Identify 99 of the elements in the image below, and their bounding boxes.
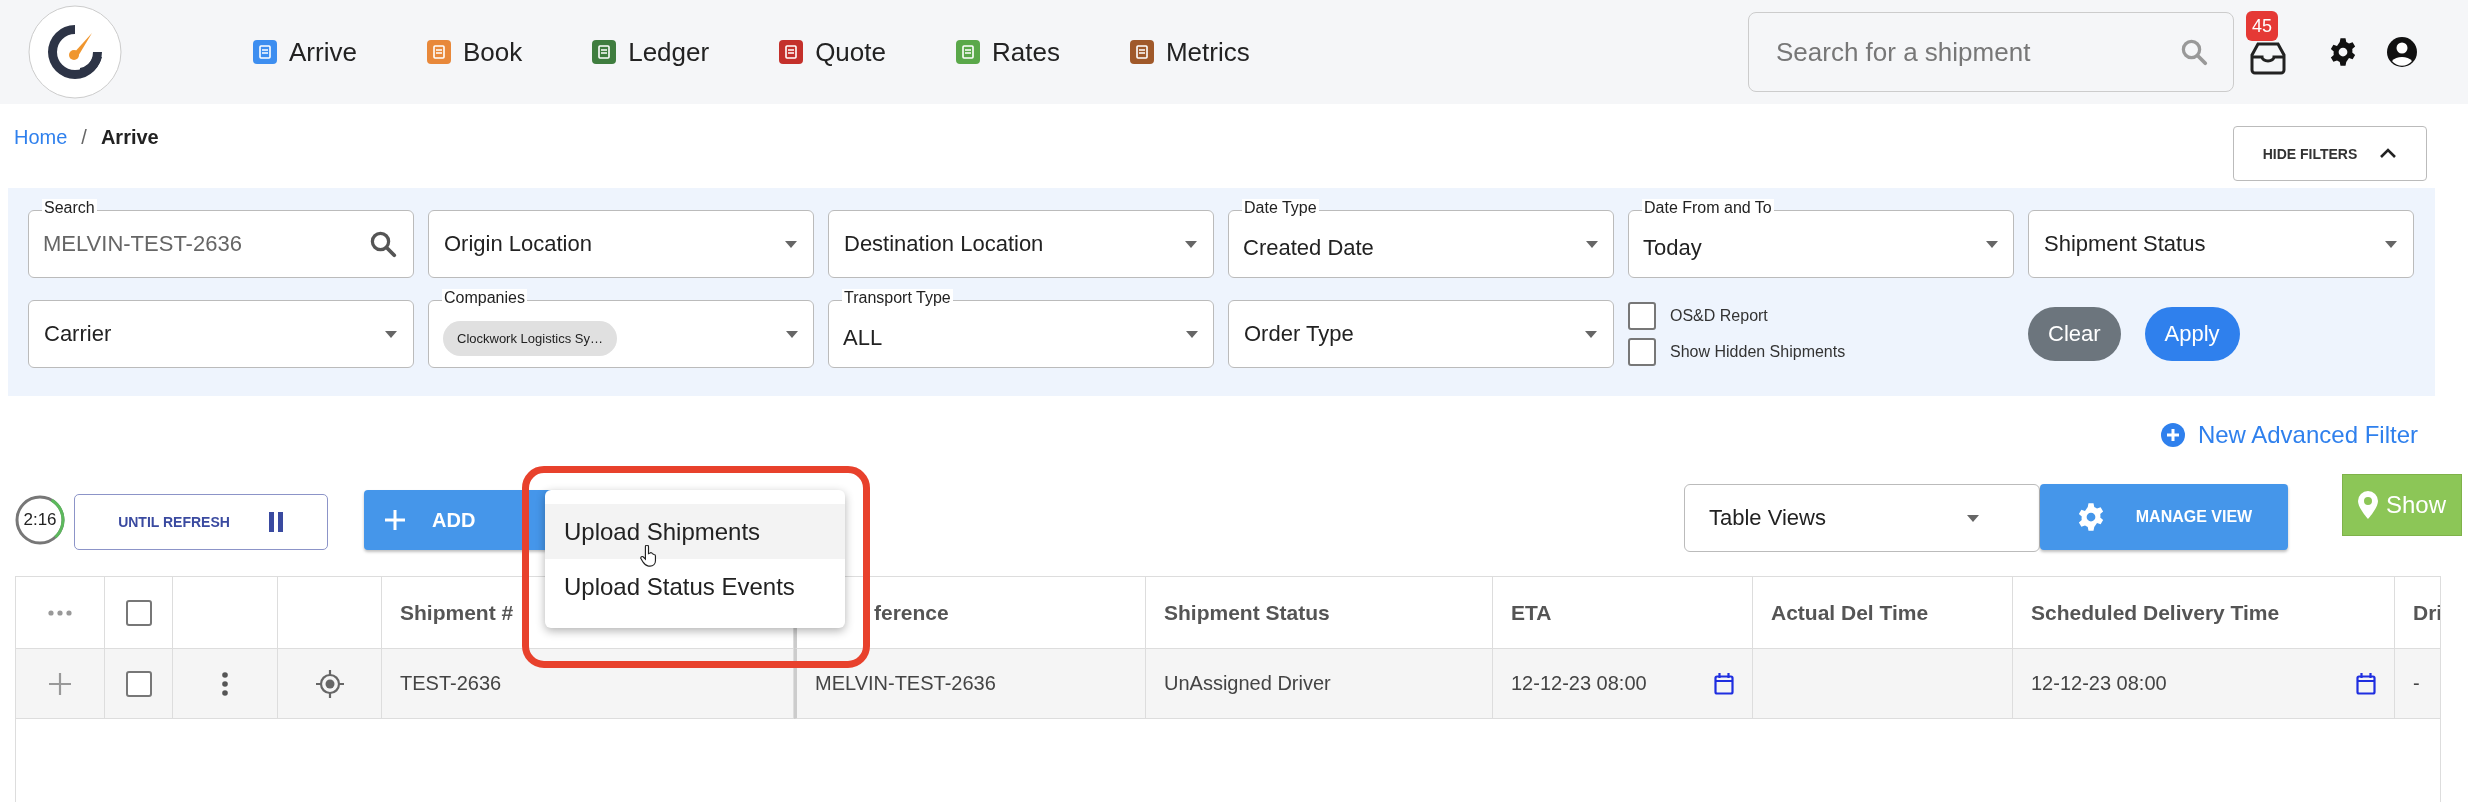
nav-icon: [955, 40, 980, 64]
map-pin-icon: [2357, 491, 2378, 519]
caret-icon: [1967, 514, 1979, 522]
caret-icon: [1986, 240, 1998, 248]
column-header: Scheduled Delivery Time: [2031, 600, 2280, 625]
breadcrumb-link[interactable]: Home: [14, 126, 68, 149]
clear-button[interactable]: Clear: [2028, 307, 2121, 361]
user-icon[interactable]: [2386, 36, 2418, 68]
plus-icon[interactable]: [48, 671, 72, 696]
hand-cursor-icon: [640, 545, 657, 567]
nav-item[interactable]: Rates: [955, 36, 1060, 68]
dropdown-field[interactable]: Origin Location: [428, 210, 814, 278]
caret-icon: [1185, 240, 1197, 248]
table-cell: 12-12-23 08:00: [2031, 672, 2167, 695]
field-value: Today: [1643, 235, 1702, 261]
more-icon[interactable]: [48, 609, 72, 616]
caret-icon: [2385, 240, 2397, 248]
checkbox[interactable]: [125, 599, 152, 626]
dropdown-field[interactable]: Transport Type ALL: [828, 289, 1214, 368]
caret-icon: [1586, 240, 1598, 248]
column-header: Shipment Status: [1164, 600, 1330, 625]
checkbox[interactable]: [1628, 338, 1656, 366]
table-cell: UnAssigned Driver: [1164, 672, 1331, 695]
nav-item[interactable]: Quote: [779, 36, 886, 68]
column-header: Dri: [2413, 600, 2440, 625]
dropdown-field[interactable]: Date Type Created Date: [1228, 199, 1614, 278]
caret-icon: [1186, 330, 1198, 338]
countdown-ring: [14, 494, 66, 546]
calendar-icon[interactable]: [2356, 672, 2376, 695]
caret-icon: [785, 240, 797, 248]
nav-item[interactable]: Arrive: [253, 36, 357, 68]
search-placeholder: Search for a shipment: [1776, 36, 2031, 68]
checkbox[interactable]: [125, 670, 152, 697]
notification-badge: 45: [2246, 11, 2279, 41]
field-label: Date Type: [1242, 199, 1319, 217]
column-header: Shipment #: [400, 600, 514, 625]
column-header: ETA: [1511, 600, 1552, 625]
caret-icon: [786, 330, 798, 338]
column-header: Actual Del Time: [1771, 600, 1929, 625]
checkbox-label: OS&D Report: [1670, 307, 1768, 325]
checkbox[interactable]: [1628, 302, 1656, 330]
table-cell: 12-12-23 08:00: [1511, 672, 1647, 695]
inbox-icon[interactable]: [2248, 41, 2288, 75]
kebab-menu-icon[interactable]: [222, 671, 228, 696]
dropdown-placeholder: Table Views: [1709, 505, 1826, 531]
nav-icon: [426, 40, 451, 64]
field-placeholder: Destination Location: [844, 231, 1044, 257]
table-cell: TEST-2636: [400, 672, 502, 695]
search-icon: [2179, 37, 2209, 67]
search-icon: [368, 229, 398, 259]
caret-icon: [385, 330, 397, 338]
logo-icon: [28, 5, 122, 99]
chevron-up-icon: [2379, 148, 2398, 159]
field-placeholder: Order Type: [1244, 321, 1354, 347]
nav-icon: [253, 40, 277, 64]
settings-icon[interactable]: [2328, 37, 2358, 67]
breadcrumb-current: Arrive: [100, 126, 159, 149]
caret-icon: [1585, 330, 1597, 338]
company-chip: Clockwork Logistics Sy…: [443, 320, 617, 356]
plus-circle-icon: [2159, 422, 2186, 448]
calendar-icon[interactable]: [1714, 672, 1734, 695]
column-header: ference: [874, 600, 949, 625]
until-refresh-button[interactable]: UNTIL REFRESH: [74, 494, 328, 550]
menu-item[interactable]: Upload Status Events: [545, 559, 845, 614]
field-value: MELVIN-TEST-2636: [43, 231, 242, 257]
nav-icon: [779, 40, 804, 64]
breadcrumb-separator: /: [81, 126, 87, 149]
countdown-time: 2:16: [23, 510, 57, 530]
table-views-dropdown[interactable]: Table Views: [1684, 484, 2040, 552]
table-cell: MELVIN-TEST-2636: [815, 672, 996, 695]
dropdown-field[interactable]: Destination Location: [828, 210, 1214, 278]
nav-item[interactable]: Ledger: [592, 36, 710, 68]
dropdown-field[interactable]: Shipment Status: [2028, 210, 2414, 278]
nav-item[interactable]: Book: [426, 36, 523, 68]
nav-icon: [1129, 40, 1154, 64]
menu-item[interactable]: Upload Shipments: [545, 504, 845, 559]
nav-item[interactable]: Metrics: [1129, 36, 1250, 68]
dropdown-field[interactable]: Order Type: [1228, 300, 1614, 368]
table-cell: -: [2413, 672, 2420, 695]
advanced-filter-link[interactable]: New Advanced Filter: [2159, 421, 2418, 449]
field-value: ALL: [843, 325, 883, 351]
field-value: Created Date: [1243, 235, 1374, 261]
field-placeholder: Origin Location: [444, 231, 592, 257]
hide-filters-button[interactable]: HIDE FILTERS: [2233, 126, 2427, 181]
checkbox-label: Show Hidden Shipments: [1670, 343, 1846, 361]
dropdown-field[interactable]: Date From and To Today: [1628, 199, 2014, 278]
search-field[interactable]: Search MELVIN-TEST-2636: [28, 199, 414, 278]
crosshair-icon[interactable]: [315, 669, 344, 698]
field-label: Transport Type: [842, 289, 953, 307]
nav-icon: [592, 40, 617, 64]
dropdown-field[interactable]: Carrier: [28, 300, 414, 368]
apply-button[interactable]: Apply: [2144, 307, 2240, 361]
plus-icon: [384, 509, 406, 531]
pause-icon: [267, 512, 284, 532]
field-placeholder: Shipment Status: [2044, 231, 2206, 257]
field-label: Companies: [442, 289, 527, 307]
field-placeholder: Carrier: [44, 321, 112, 347]
search-field[interactable]: Search for a shipment: [1748, 12, 2234, 92]
dropdown-field[interactable]: Companies Clockwork Logistics Sy…: [428, 289, 814, 368]
